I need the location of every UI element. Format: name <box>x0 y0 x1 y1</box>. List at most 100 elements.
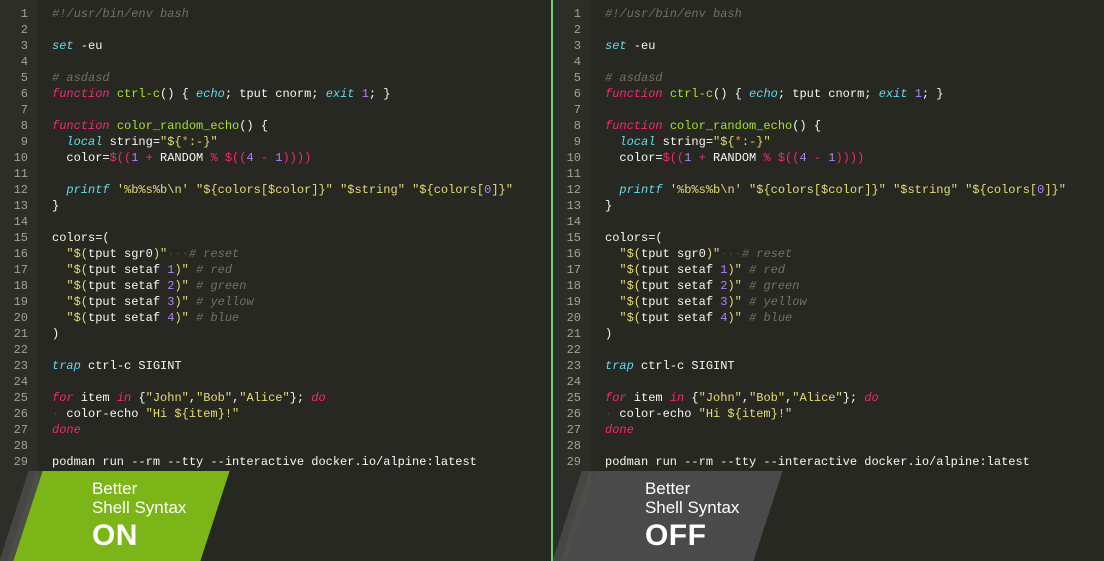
code-line[interactable] <box>52 54 513 70</box>
code-line[interactable]: podman run --rm --tty --interactive dock… <box>52 454 513 470</box>
line-number: 24 <box>6 374 28 390</box>
code-line[interactable]: # asdasd <box>52 70 513 86</box>
line-number: 27 <box>559 422 581 438</box>
line-number: 21 <box>559 326 581 342</box>
badge-title: BetterShell Syntax <box>645 480 740 517</box>
line-number: 10 <box>6 150 28 166</box>
line-number: 13 <box>559 198 581 214</box>
code-line[interactable] <box>52 438 513 454</box>
code-line[interactable]: # asdasd <box>605 70 1066 86</box>
line-number: 25 <box>559 390 581 406</box>
split-view: 1234567891011121314151617181920212223242… <box>0 0 1104 561</box>
badge-title: BetterShell Syntax <box>92 480 187 517</box>
line-number: 3 <box>559 38 581 54</box>
code-line[interactable]: "$(tput setaf 3)" # yellow <box>52 294 513 310</box>
code-line[interactable]: set -eu <box>52 38 513 54</box>
code-line[interactable]: function ctrl-c() { echo; tput cnorm; ex… <box>605 86 1066 102</box>
code-line[interactable]: color=$((1 + RANDOM % $((4 - 1)))) <box>605 150 1066 166</box>
line-number: 18 <box>559 278 581 294</box>
code-line[interactable]: "$(tput setaf 3)" # yellow <box>605 294 1066 310</box>
left-pane: 1234567891011121314151617181920212223242… <box>0 0 553 561</box>
code-line[interactable]: "$(tput setaf 4)" # blue <box>52 310 513 326</box>
right-pane: 1234567891011121314151617181920212223242… <box>553 0 1104 561</box>
code-line[interactable]: set -eu <box>605 38 1066 54</box>
line-number: 22 <box>6 342 28 358</box>
code-line[interactable]: "$(tput sgr0)"···# reset <box>52 246 513 262</box>
code-line[interactable] <box>605 22 1066 38</box>
code-line[interactable]: for item in {"John","Bob","Alice"}; do <box>605 390 1066 406</box>
code-line[interactable] <box>52 102 513 118</box>
badge-state-on: ON <box>92 519 187 552</box>
code-line[interactable]: done <box>605 422 1066 438</box>
code-line[interactable]: trap ctrl-c SIGINT <box>52 358 513 374</box>
line-number: 19 <box>6 294 28 310</box>
code-line[interactable] <box>605 54 1066 70</box>
code-line[interactable] <box>605 438 1066 454</box>
code-line[interactable]: } <box>52 198 513 214</box>
line-number: 4 <box>559 54 581 70</box>
code-line[interactable]: local string="${*:-}" <box>605 134 1066 150</box>
code-line[interactable]: done <box>52 422 513 438</box>
code-line[interactable] <box>52 214 513 230</box>
line-number: 5 <box>559 70 581 86</box>
code-line[interactable]: function color_random_echo() { <box>52 118 513 134</box>
code-line[interactable]: #!/usr/bin/env bash <box>52 6 513 22</box>
code-line[interactable]: } <box>605 198 1066 214</box>
line-number: 18 <box>6 278 28 294</box>
line-number: 17 <box>6 262 28 278</box>
line-number: 28 <box>559 438 581 454</box>
code-line[interactable]: #!/usr/bin/env bash <box>605 6 1066 22</box>
code-line[interactable] <box>605 342 1066 358</box>
code-line[interactable]: podman run --rm --tty --interactive dock… <box>605 454 1066 470</box>
line-number: 9 <box>559 134 581 150</box>
code-line[interactable]: ) <box>52 326 513 342</box>
code-line[interactable] <box>52 374 513 390</box>
line-number: 9 <box>6 134 28 150</box>
code-line[interactable]: "$(tput setaf 4)" # blue <box>605 310 1066 326</box>
badge-on: BetterShell Syntax ON <box>28 471 215 561</box>
line-number: 2 <box>6 22 28 38</box>
line-number: 17 <box>559 262 581 278</box>
line-number: 15 <box>559 230 581 246</box>
code-line[interactable]: · color-echo "Hi ${item}!" <box>52 406 513 422</box>
line-number: 12 <box>6 182 28 198</box>
code-line[interactable]: "$(tput setaf 2)" # green <box>605 278 1066 294</box>
line-number: 6 <box>559 86 581 102</box>
code-line[interactable]: function ctrl-c() { echo; tput cnorm; ex… <box>52 86 513 102</box>
code-line[interactable] <box>605 166 1066 182</box>
code-line[interactable]: ) <box>605 326 1066 342</box>
code-line[interactable] <box>605 102 1066 118</box>
code-line[interactable] <box>605 214 1066 230</box>
code-line[interactable]: printf '%b%s%b\n' "${colors[$color]}" "$… <box>52 182 513 198</box>
code-line[interactable]: "$(tput setaf 2)" # green <box>52 278 513 294</box>
code-line[interactable] <box>605 374 1066 390</box>
line-number: 11 <box>559 166 581 182</box>
line-number: 28 <box>6 438 28 454</box>
code-line[interactable] <box>52 22 513 38</box>
code-line[interactable]: "$(tput setaf 1)" # red <box>52 262 513 278</box>
line-number: 2 <box>559 22 581 38</box>
line-number: 13 <box>6 198 28 214</box>
code-line[interactable]: colors=( <box>52 230 513 246</box>
line-number: 14 <box>559 214 581 230</box>
code-line[interactable]: "$(tput setaf 1)" # red <box>605 262 1066 278</box>
line-number: 8 <box>6 118 28 134</box>
code-line[interactable]: trap ctrl-c SIGINT <box>605 358 1066 374</box>
line-number: 12 <box>559 182 581 198</box>
line-number: 20 <box>559 310 581 326</box>
code-line[interactable]: printf '%b%s%b\n' "${colors[$color]}" "$… <box>605 182 1066 198</box>
code-line[interactable]: · color-echo "Hi ${item}!" <box>605 406 1066 422</box>
line-number: 10 <box>559 150 581 166</box>
code-line[interactable]: colors=( <box>605 230 1066 246</box>
code-line[interactable]: for item in {"John","Bob","Alice"}; do <box>52 390 513 406</box>
line-number: 14 <box>6 214 28 230</box>
code-line[interactable]: function color_random_echo() { <box>605 118 1066 134</box>
line-number: 11 <box>6 166 28 182</box>
badge-state-off: OFF <box>645 519 740 552</box>
line-number: 7 <box>559 102 581 118</box>
code-line[interactable]: local string="${*:-}" <box>52 134 513 150</box>
code-line[interactable] <box>52 342 513 358</box>
code-line[interactable] <box>52 166 513 182</box>
code-line[interactable]: "$(tput sgr0)"···# reset <box>605 246 1066 262</box>
code-line[interactable]: color=$((1 + RANDOM % $((4 - 1)))) <box>52 150 513 166</box>
